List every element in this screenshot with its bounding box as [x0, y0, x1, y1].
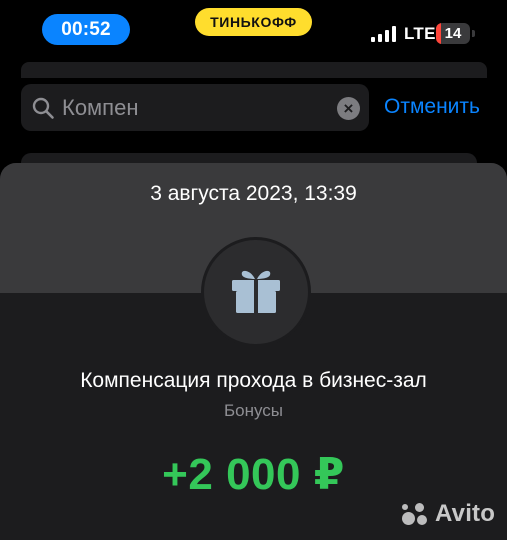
battery-percent: 14 — [444, 25, 462, 42]
search-query[interactable]: Компен — [62, 95, 138, 121]
operation-title: Компенсация прохода в бизнес-зал — [80, 369, 427, 392]
clear-search-button[interactable]: × — [337, 97, 360, 120]
battery-icon: 14 — [436, 23, 470, 44]
avito-wordmark: Avito — [435, 500, 496, 527]
signal-strength-icon — [371, 26, 397, 42]
network-type: LTE — [404, 24, 436, 43]
avito-watermark: Avito — [400, 500, 495, 528]
operation-icon-circle — [201, 237, 311, 347]
brand-badge: ТИНЬКОФФ — [195, 8, 312, 36]
operation-detail-sheet: 3 августа 2023, 13:39 Компенсация проход… — [0, 163, 507, 540]
search-icon — [32, 97, 54, 119]
status-time: 00:52 — [42, 14, 130, 45]
battery-cap — [472, 30, 475, 37]
operation-amount: +2 000 ₽ — [162, 450, 345, 499]
background-card — [21, 62, 487, 78]
avito-logo-icon — [400, 501, 430, 527]
operation-date: 3 августа 2023, 13:39 — [150, 182, 357, 205]
gift-icon — [232, 270, 280, 313]
close-icon: × — [343, 99, 354, 118]
cancel-search-button[interactable]: Отменить — [384, 95, 480, 119]
operation-category: Бонусы — [223, 401, 284, 420]
